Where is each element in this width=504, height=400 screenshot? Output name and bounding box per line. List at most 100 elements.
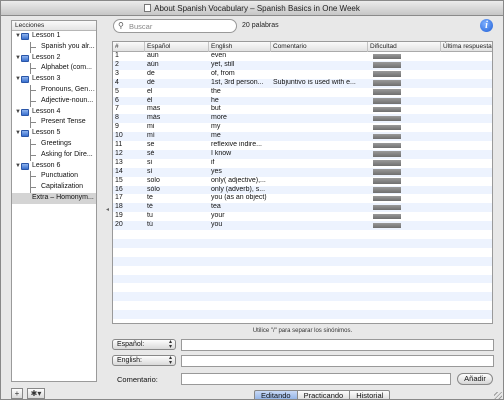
spanish-field[interactable] xyxy=(181,339,494,351)
difficulty-bar xyxy=(373,151,401,157)
difficulty-bar xyxy=(373,98,401,104)
cell-espanol: solo xyxy=(147,176,160,184)
lesson-item[interactable]: Capitalization xyxy=(12,182,96,193)
cell-english: even xyxy=(211,52,227,59)
table-row[interactable]: 9 mi my xyxy=(113,123,492,132)
column-header-espanol[interactable]: Español xyxy=(145,42,209,52)
cell-english: you xyxy=(211,221,223,229)
tree-line-icon xyxy=(30,138,36,150)
add-word-button[interactable]: Añadir xyxy=(457,373,493,385)
table-row[interactable]: 3 de of, from xyxy=(113,69,492,79)
lesson-item[interactable]: Spanish you alr... xyxy=(12,41,96,53)
column-header-number[interactable]: # xyxy=(113,42,145,52)
table-row[interactable]: 1 aun even xyxy=(113,52,492,61)
table-row[interactable]: 5 el the xyxy=(113,87,492,97)
lesson-item-label: Pronouns, Gend... xyxy=(41,85,96,93)
spanish-select-label: Español: xyxy=(117,341,145,348)
title-bar: About Spanish Vocabulary – Spanish Basic… xyxy=(1,1,503,16)
cell-english: of, from xyxy=(211,69,235,77)
lesson-group[interactable]: ▼ Lesson 1 xyxy=(12,31,96,42)
search-field[interactable]: ⚲ xyxy=(113,19,237,33)
cell-number: 16 xyxy=(115,185,123,193)
lesson-item[interactable]: Punctuation xyxy=(12,171,96,183)
gear-menu-button[interactable]: ✱▾ xyxy=(27,388,45,399)
table-row[interactable]: 15 solo only( adjective),... xyxy=(113,176,492,186)
cell-number: 2 xyxy=(115,60,119,68)
table-row[interactable]: 6 él he xyxy=(113,96,492,106)
lesson-item[interactable]: Asking for Dire... xyxy=(12,149,96,161)
search-icon: ⚲ xyxy=(118,21,124,30)
english-language-select[interactable]: English: ▴ ▾ xyxy=(112,355,176,366)
lesson-item-label: Present Tense xyxy=(41,118,86,126)
table-row[interactable]: 18 té tea xyxy=(113,203,492,213)
cell-number: 13 xyxy=(115,158,123,166)
table-row[interactable]: 11 se reflexive indire... xyxy=(113,141,492,150)
cell-comentario xyxy=(271,159,368,168)
folder-icon xyxy=(21,108,29,116)
tab-practicando[interactable]: Practicando xyxy=(297,390,351,399)
cell-espanol: mí xyxy=(147,132,155,140)
cell-english: 1st, 3rd person... xyxy=(211,78,264,86)
lesson-group-label: Lesson 5 xyxy=(32,129,61,137)
add-lesson-button[interactable]: + xyxy=(11,388,23,399)
lesson-group[interactable]: ▼ Lesson 5 xyxy=(12,128,96,139)
table-row[interactable]: 19 tu your xyxy=(113,212,492,221)
cell-english: your xyxy=(211,212,225,220)
column-header-dificultad[interactable]: Dificultad xyxy=(368,42,441,52)
tree-line-icon xyxy=(30,117,36,129)
lesson-group[interactable]: ▼ Lesson 6 xyxy=(12,161,96,172)
lesson-group[interactable]: ▼ Lesson 3 xyxy=(12,74,96,85)
cell-english: me xyxy=(211,132,221,140)
cell-english: if xyxy=(211,158,215,166)
cell-comentario xyxy=(271,97,368,106)
lesson-item[interactable]: Pronouns, Gend... xyxy=(12,84,96,96)
cell-english: the xyxy=(211,87,221,95)
lesson-group[interactable]: ▼ Lesson 4 xyxy=(12,107,96,118)
difficulty-bar xyxy=(373,169,401,175)
table-row[interactable]: 2 aún yet, still xyxy=(113,60,492,70)
difficulty-bar xyxy=(373,178,401,184)
table-row[interactable]: 7 mas but xyxy=(113,105,492,114)
word-count: 20 palabras xyxy=(242,22,279,29)
english-field[interactable] xyxy=(181,355,494,367)
difficulty-bar xyxy=(373,62,401,68)
lesson-group[interactable]: ▼ Lesson 2 xyxy=(12,53,96,64)
cell-number: 1 xyxy=(115,52,119,59)
table-row[interactable]: 17 te you (as an object) xyxy=(113,194,492,203)
tab-historial[interactable]: Historial xyxy=(350,390,391,399)
lesson-group-label: Lesson 2 xyxy=(32,53,61,61)
table-row xyxy=(113,266,492,275)
column-header-ultima-respuesta[interactable]: Última respuesta xyxy=(441,42,492,52)
resize-grip-icon[interactable] xyxy=(494,392,502,399)
table-row[interactable]: 14 sí yes xyxy=(113,167,492,177)
comment-field[interactable] xyxy=(181,373,451,385)
search-input[interactable] xyxy=(129,21,233,32)
cell-number: 15 xyxy=(115,176,123,184)
cell-number: 6 xyxy=(115,96,119,104)
table-row[interactable]: 16 sólo only (adverb), s... xyxy=(113,185,492,195)
table-row[interactable]: 12 sé I know xyxy=(113,149,492,159)
column-header-comentario[interactable]: Comentario xyxy=(271,42,368,52)
lesson-item[interactable]: Alphabet (com... xyxy=(12,63,96,75)
tab-editando[interactable]: Editando xyxy=(254,390,298,399)
splitter-handle-icon[interactable]: ◂ xyxy=(106,206,109,213)
lessons-tree: ▼ Lesson 1 Spanish you alr... ▼ Lesson 2 Alph… xyxy=(12,31,96,204)
table-row[interactable]: 4 dé 1st, 3rd person... Subjuntivo is used … xyxy=(113,78,492,88)
lesson-item[interactable]: Extra – Homonym... xyxy=(12,192,96,204)
cell-espanol: él xyxy=(147,96,153,104)
lesson-item[interactable]: Adjective-noun... xyxy=(12,95,96,107)
lesson-item[interactable]: Present Tense xyxy=(12,117,96,129)
table-row xyxy=(113,310,492,319)
lesson-item-label: Punctuation xyxy=(41,172,78,180)
cell-english: reflexive indire... xyxy=(211,141,262,148)
cell-number: 7 xyxy=(115,105,119,113)
difficulty-bar xyxy=(373,133,401,140)
spanish-language-select[interactable]: Español: ▴ ▾ xyxy=(112,339,176,350)
lesson-item[interactable]: Greetings xyxy=(12,138,96,150)
table-row[interactable]: 13 si if xyxy=(113,158,492,168)
table-row[interactable]: 8 más more xyxy=(113,114,492,124)
info-icon[interactable]: i xyxy=(480,19,493,32)
table-row[interactable]: 10 mí me xyxy=(113,132,492,141)
column-header-english[interactable]: English xyxy=(209,42,271,52)
table-row[interactable]: 20 tú you xyxy=(113,221,492,230)
